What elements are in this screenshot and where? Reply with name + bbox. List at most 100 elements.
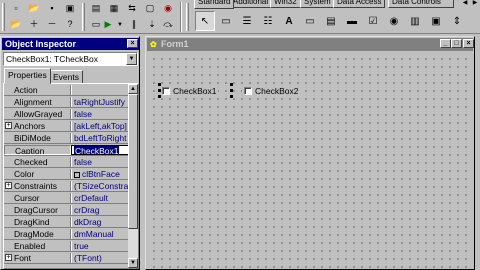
listbox-icon[interactable]: ▥	[405, 11, 425, 31]
checkbox1[interactable]: CheckBox1	[160, 85, 219, 97]
open-file-icon[interactable]: 📂	[26, 1, 42, 16]
edit-icon[interactable]: ▭	[300, 11, 320, 31]
property-row-dragcursor[interactable]: DragCursor crDrag	[4, 205, 129, 216]
property-row-alignment[interactable]: Alignment taRightJustify	[4, 97, 129, 108]
pointer-icon[interactable]: ↖	[195, 11, 215, 31]
toolbar-grip[interactable]	[2, 3, 5, 31]
property-value[interactable]: false	[71, 157, 129, 167]
chevron-down-icon[interactable]: ▼	[126, 53, 137, 65]
property-value[interactable]: bdLeftToRight	[71, 133, 129, 143]
selection-handle[interactable]	[158, 89, 161, 92]
selection-handle[interactable]	[230, 83, 233, 86]
property-value[interactable]	[71, 85, 129, 95]
property-grid-scrollbar[interactable]: ▲ ▼	[128, 84, 138, 268]
property-row-font[interactable]: + Font (TFont)	[4, 253, 129, 264]
scroll-down-icon[interactable]: ▼	[128, 258, 138, 268]
palette-tab-additional[interactable]: Additional	[229, 0, 273, 8]
palette-grip[interactable]	[186, 3, 189, 31]
selection-handle[interactable]	[158, 95, 161, 98]
palette-tab-data-access[interactable]: Data Access	[333, 0, 386, 8]
property-name: Action	[4, 85, 71, 95]
label-icon[interactable]: A	[279, 11, 299, 31]
property-value-text: bdLeftToRight	[74, 133, 127, 143]
scrollbar-icon[interactable]: ⇕	[447, 11, 467, 31]
property-value-text: (TSizeConstrain	[74, 181, 129, 191]
selection-handle[interactable]	[230, 95, 233, 98]
memo-icon[interactable]: ▤	[321, 11, 341, 31]
expand-icon[interactable]: +	[5, 254, 12, 261]
property-row-dragmode[interactable]: DragMode dmManual	[4, 229, 129, 240]
close-icon[interactable]: ×	[463, 39, 474, 48]
property-row-allowgrayed[interactable]: AllowGrayed false	[4, 109, 129, 120]
property-value[interactable]: false	[71, 109, 129, 119]
palette-tab-win32[interactable]: Win32	[270, 0, 301, 8]
property-value[interactable]: crDefault	[71, 193, 129, 203]
open-project-icon[interactable]: 📂	[8, 17, 24, 32]
radiobutton-icon[interactable]: ◉	[384, 11, 404, 31]
help-icon[interactable]: ?	[62, 17, 78, 32]
toolbar-grip[interactable]	[82, 3, 85, 31]
palette-tab-standard[interactable]: Standard	[194, 0, 235, 9]
pause-icon[interactable]: ∥	[126, 17, 142, 32]
selection-handle[interactable]	[158, 83, 161, 86]
popup-menu-icon[interactable]: ☷	[258, 11, 278, 31]
frames-icon[interactable]: ▭	[216, 11, 236, 31]
add-file-icon[interactable]: ＋	[26, 17, 42, 32]
palette-tab-data-controls[interactable]: Data Controls	[388, 0, 454, 8]
selection-handle[interactable]	[230, 89, 233, 92]
property-value[interactable]: clBtnFace	[71, 169, 129, 179]
palette-tab-system[interactable]: System	[300, 0, 335, 8]
combobox-icon[interactable]: ▣	[426, 11, 446, 31]
checkbox1-box[interactable]	[162, 87, 170, 95]
view-form-icon[interactable]: ▦	[106, 1, 122, 16]
minimize-icon[interactable]: _	[440, 39, 451, 48]
checkbox2[interactable]: CheckBox2	[242, 85, 301, 97]
close-icon[interactable]: ×	[127, 39, 138, 48]
expand-icon[interactable]: +	[5, 122, 12, 129]
save-all-icon[interactable]: ▣	[62, 1, 78, 16]
new-file-icon[interactable]: ▫	[8, 1, 24, 16]
step-over-icon[interactable]: ⤼	[160, 17, 176, 32]
property-value[interactable]: dkDrag	[71, 217, 129, 227]
checkbox-icon[interactable]: ☑	[363, 11, 383, 31]
property-row-constraints[interactable]: + Constraints (TSizeConstrain	[4, 181, 129, 192]
property-value[interactable]: (TSizeConstrain	[71, 181, 129, 191]
property-row-checked[interactable]: Checked false	[4, 157, 129, 168]
palette-scroll-right-icon[interactable]: ▶	[470, 0, 480, 8]
property-value[interactable]: dmManual	[71, 229, 129, 239]
property-row-bidimode[interactable]: BiDiMode bdLeftToRight	[4, 133, 129, 144]
property-value-editor[interactable]: CheckBox1	[71, 145, 129, 155]
main-menu-icon[interactable]: ☰	[237, 11, 257, 31]
property-row-enabled[interactable]: Enabled true	[4, 241, 129, 252]
toggle-form-unit-icon[interactable]: ⇆	[124, 1, 140, 16]
property-row-cursor[interactable]: Cursor crDefault	[4, 193, 129, 204]
checkbox2-box[interactable]	[244, 87, 252, 95]
property-row-anchors[interactable]: + Anchors [akLeft,akTop]	[4, 121, 129, 132]
button-icon[interactable]: ▬	[342, 11, 362, 31]
property-value[interactable]: true	[71, 241, 129, 251]
trace-into-icon[interactable]: ⇣	[144, 17, 160, 32]
property-row-color[interactable]: Color clBtnFace	[4, 169, 129, 180]
scroll-up-icon[interactable]: ▲	[128, 84, 138, 94]
property-row-caption[interactable]: Caption CheckBox1	[4, 145, 129, 156]
maximize-icon[interactable]: □	[451, 39, 462, 48]
tab-properties[interactable]: Properties	[4, 68, 51, 84]
property-name-text: Constraints	[14, 181, 57, 191]
property-value[interactable]: crDrag	[71, 205, 129, 215]
property-row-action[interactable]: Action	[4, 85, 129, 96]
property-value[interactable]: taRightJustify	[71, 97, 129, 107]
remove-file-icon[interactable]: －	[44, 17, 60, 32]
tab-events[interactable]: Events	[49, 70, 83, 84]
palette-scroll-left-icon[interactable]: ◀	[460, 0, 470, 8]
property-value[interactable]: (TFont)	[71, 253, 129, 263]
expand-icon[interactable]: +	[5, 182, 12, 189]
scrollbar-thumb[interactable]	[128, 94, 138, 229]
component-icon[interactable]: ◉	[160, 1, 176, 16]
property-value[interactable]: [akLeft,akTop]	[71, 121, 129, 131]
view-unit-icon[interactable]: ▤	[88, 1, 104, 16]
new-item-icon[interactable]: ▢	[142, 1, 158, 16]
object-selector[interactable]: CheckBox1: TCheckBox ▼	[3, 52, 138, 66]
form-design-surface[interactable]: CheckBox1 CheckBox2	[148, 53, 472, 269]
property-row-dragkind[interactable]: DragKind dkDrag	[4, 217, 129, 228]
save-icon[interactable]: ▪	[44, 1, 60, 16]
